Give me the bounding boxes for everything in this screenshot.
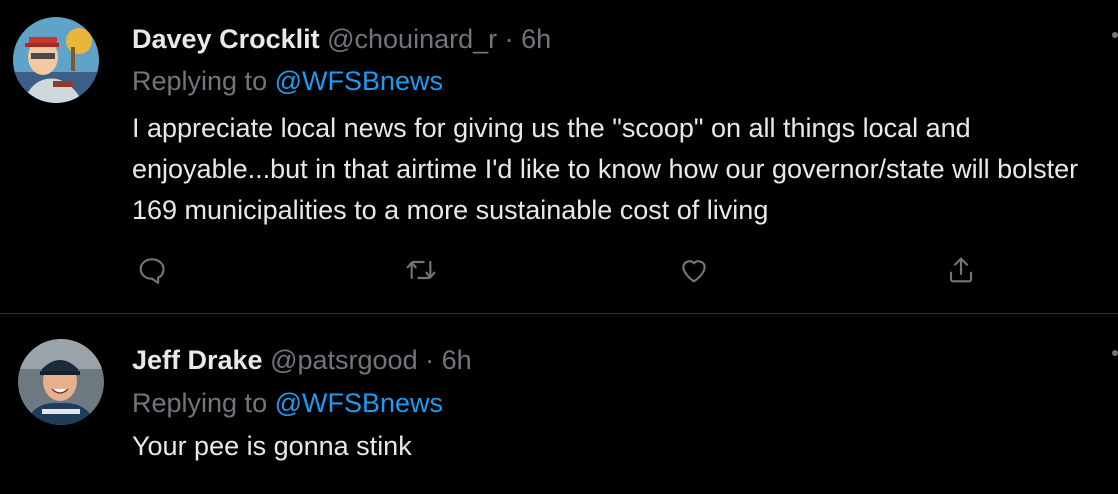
- tweet-header: Davey Crocklit @chouinard_r · 6h: [132, 22, 551, 56]
- avatar-cartoon-image: [13, 17, 99, 103]
- replying-to-mention[interactable]: @WFSBnews: [275, 388, 443, 418]
- separator: ·: [425, 345, 435, 375]
- retweet-icon: [406, 260, 436, 280]
- handle[interactable]: @patsrgood: [270, 345, 418, 375]
- reply-button[interactable]: [134, 252, 170, 288]
- replying-to-label: Replying to: [132, 66, 268, 96]
- avatar[interactable]: [13, 17, 99, 103]
- reply-icon: [139, 258, 165, 284]
- like-icon: [682, 260, 706, 283]
- retweet-button[interactable]: [403, 252, 439, 288]
- handle[interactable]: @chouinard_r: [327, 24, 497, 54]
- more-options-icon[interactable]: [1112, 350, 1118, 356]
- tweet-text: I appreciate local news for giving us th…: [132, 113, 1079, 225]
- separator: ·: [504, 24, 514, 54]
- replying-to-label: Replying to: [132, 388, 268, 418]
- tweet-text: Your pee is gonna stink: [132, 431, 412, 461]
- tweet-header: Jeff Drake @patsrgood · 6h: [132, 343, 472, 377]
- avatar[interactable]: [18, 339, 104, 425]
- timestamp[interactable]: 6h: [442, 345, 472, 375]
- replying-to-mention[interactable]: @WFSBnews: [275, 66, 443, 96]
- share-button[interactable]: [943, 252, 979, 288]
- more-options-icon[interactable]: [1112, 32, 1118, 38]
- replying-to-line: Replying to @WFSBnews: [132, 386, 443, 420]
- like-button[interactable]: [676, 252, 712, 288]
- timestamp[interactable]: 6h: [521, 24, 551, 54]
- share-icon: [949, 257, 973, 283]
- avatar-photo-image: [18, 339, 104, 425]
- replying-to-line: Replying to @WFSBnews: [132, 64, 443, 98]
- display-name[interactable]: Davey Crocklit: [132, 24, 320, 54]
- display-name[interactable]: Jeff Drake: [132, 345, 263, 375]
